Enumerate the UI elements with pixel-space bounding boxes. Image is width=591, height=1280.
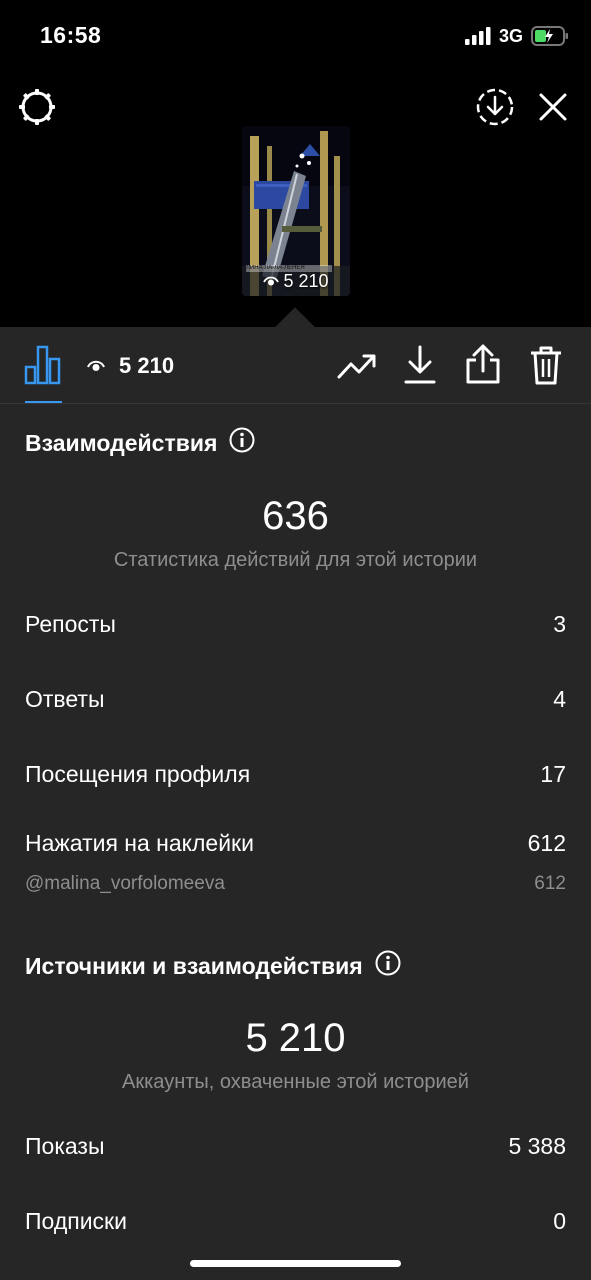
sticker-mention-value: 612 (534, 873, 566, 894)
interactions-total: 636 (262, 494, 329, 538)
interactions-title-text: Взаимодействия (25, 429, 218, 456)
download-circle-icon[interactable] (474, 86, 516, 128)
bar-chart-icon[interactable] (24, 345, 62, 385)
metric-row-sticker-mention[interactable]: @malina_vorfolomeeva 612 (25, 873, 566, 895)
metric-row-replies: Ответы 4 (25, 686, 566, 713)
info-icon[interactable] (375, 950, 401, 982)
metric-row-sticker-taps: Нажатия на наклейки 612 (25, 830, 566, 857)
battery-icon (531, 26, 568, 46)
share-icon[interactable] (465, 343, 501, 385)
active-tab-indicator (25, 401, 62, 403)
eye-icon (87, 353, 105, 379)
discovery-title-text: Источники и взаимодействия (25, 952, 363, 979)
discovery-title: Источники и взаимодействия (25, 950, 401, 982)
discovery-total: 5 210 (245, 1016, 346, 1060)
status-time: 16:58 (40, 22, 102, 48)
story-thumbnail[interactable]: ЛИНА ЛА-ЛА-ЛЕНЕЯ 5 210 (242, 126, 350, 296)
metric-value: 4 (553, 686, 566, 712)
sticker-mention-label: @malina_vorfolomeeva (25, 873, 225, 894)
interactions-subtitle: Статистика действий для этой истории (113, 549, 478, 571)
trend-icon[interactable] (336, 347, 378, 385)
close-icon[interactable] (536, 90, 570, 124)
metric-label: Посещения профиля (25, 761, 251, 787)
metric-row-reposts: Репосты 3 (25, 611, 566, 638)
metric-label: Подписки (25, 1208, 127, 1234)
interactions-title: Взаимодействия (25, 427, 255, 459)
metric-value: 3 (553, 611, 566, 637)
metric-label: Репосты (25, 611, 116, 637)
views-count-value: 5 210 (119, 352, 175, 378)
metric-row-follows: Подписки 0 (25, 1208, 566, 1235)
trash-icon[interactable] (528, 344, 564, 386)
eye-icon (263, 271, 280, 292)
download-icon[interactable] (402, 345, 438, 385)
story-header: 16:58 3G ЛИНА ЛА-ЛА-ЛЕНЕЯ 5 210 (0, 0, 591, 327)
metric-value: 17 (540, 761, 566, 787)
insights-toolbar: 5 210 (0, 327, 591, 404)
metric-label: Ответы (25, 686, 105, 712)
views-count: 5 210 (87, 327, 174, 404)
status-indicators: 3G (464, 24, 569, 48)
metric-label: Показы (25, 1133, 105, 1159)
story-views: 5 210 (242, 271, 350, 292)
network-type: 3G (498, 25, 523, 46)
metric-value: 5 388 (508, 1133, 566, 1159)
metric-row-impressions: Показы 5 388 (25, 1133, 566, 1160)
metric-value: 0 (553, 1208, 566, 1234)
info-icon[interactable] (229, 427, 255, 459)
signal-icon (464, 27, 491, 45)
metric-value: 612 (527, 830, 566, 856)
metric-label: Нажатия на наклейки (25, 830, 254, 856)
home-indicator[interactable] (190, 1260, 401, 1267)
discovery-subtitle: Аккаунты, охваченные этой историей (122, 1071, 469, 1093)
gear-icon[interactable] (17, 87, 57, 127)
metric-row-profile-visits: Посещения профиля 17 (25, 761, 566, 788)
story-views-count: 5 210 (283, 271, 329, 291)
